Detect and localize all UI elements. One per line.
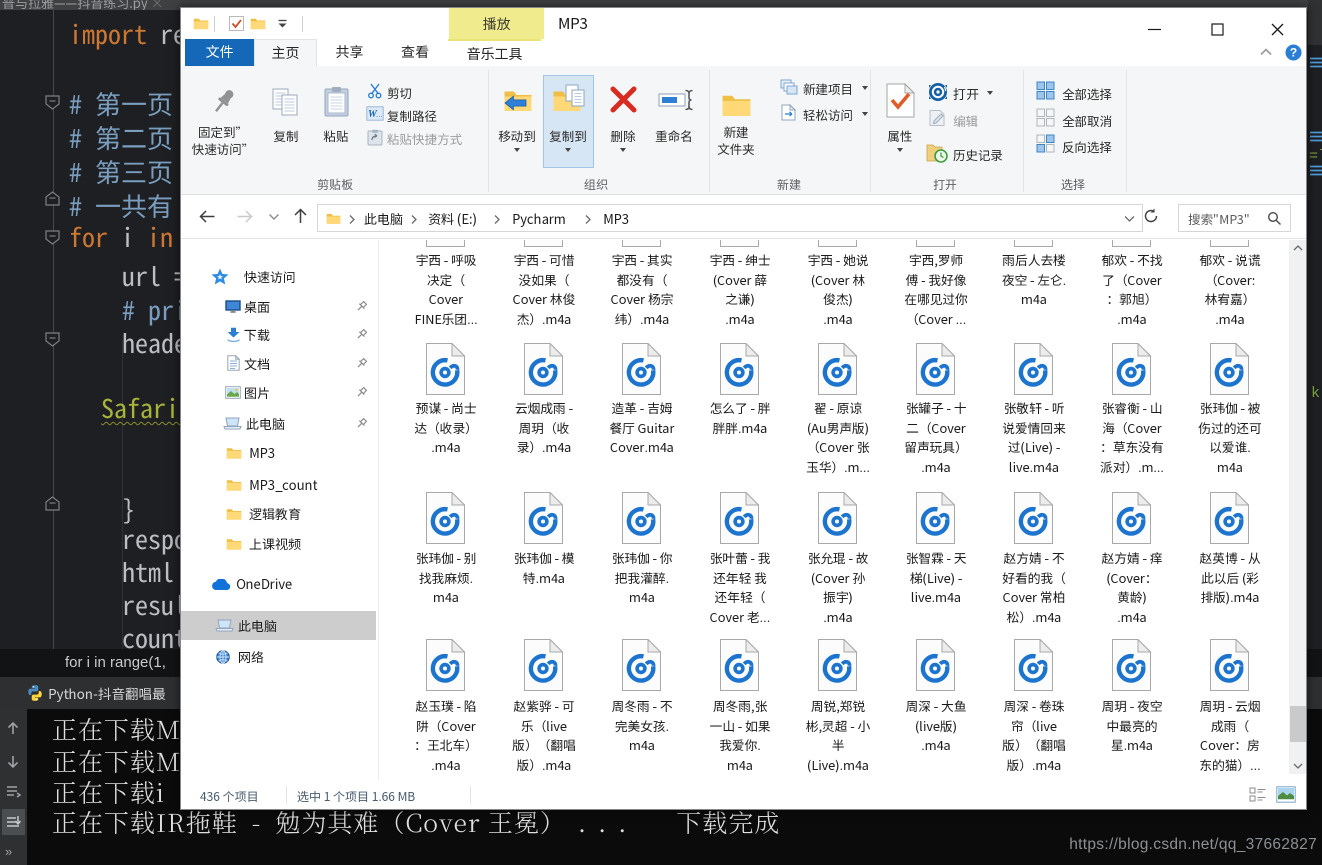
svg-text:...: ...: [376, 110, 383, 119]
svg-text:?: ?: [1290, 46, 1297, 60]
